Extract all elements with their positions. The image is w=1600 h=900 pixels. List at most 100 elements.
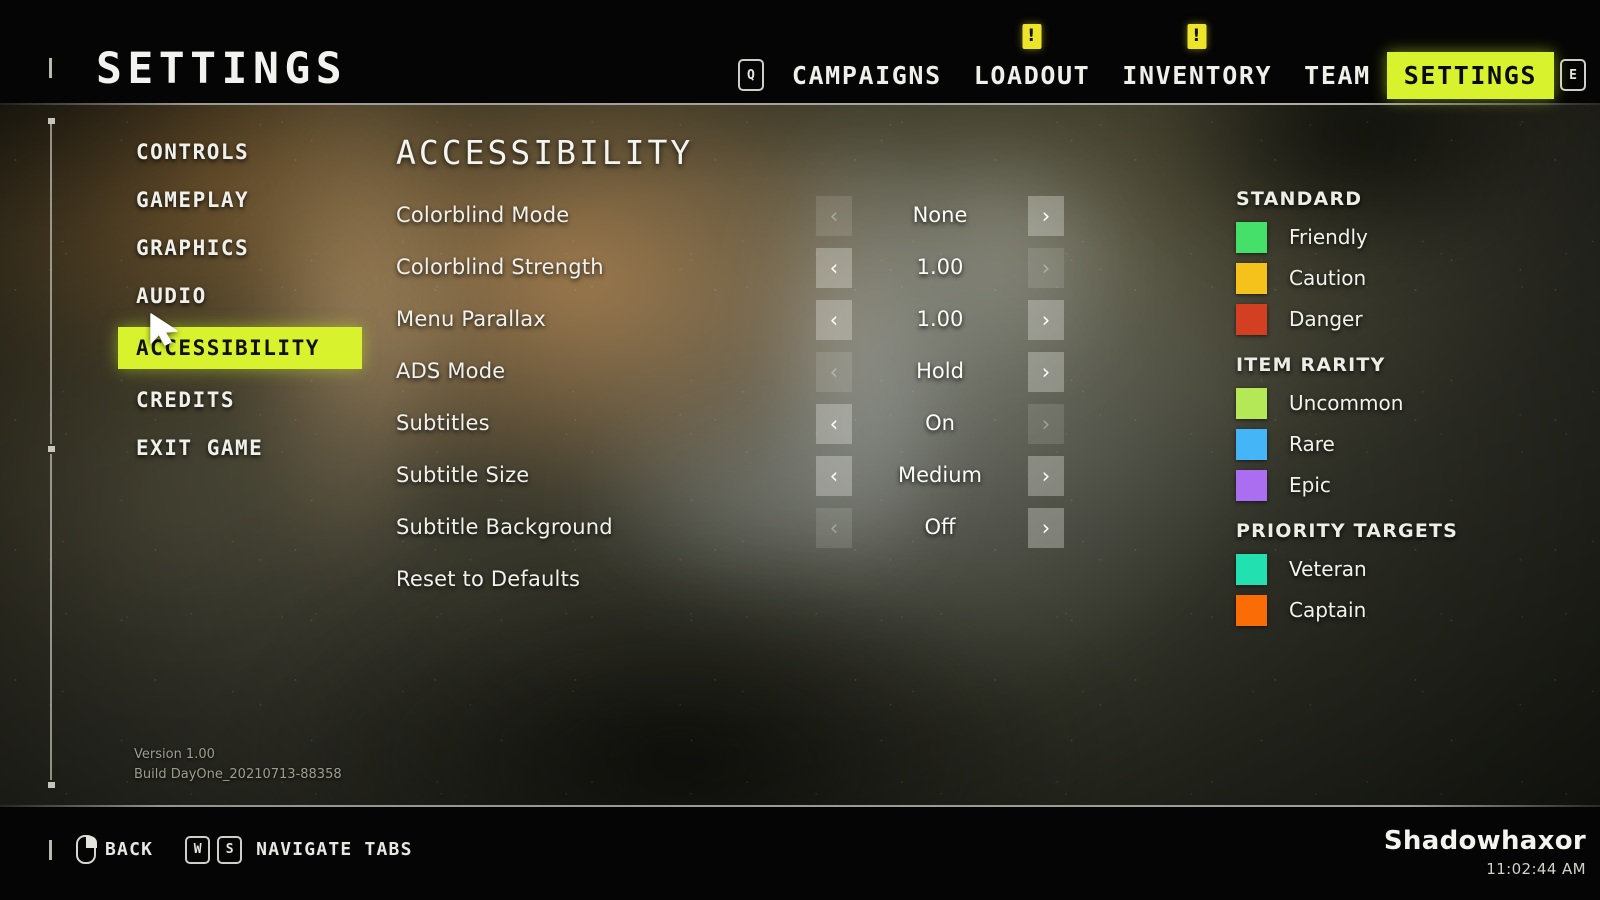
legend-label: Rare (1289, 432, 1335, 456)
setting-row-subtitle-size: Subtitle Size ‹ Medium › (396, 456, 1096, 497)
key-s-badge[interactable]: S (217, 835, 243, 864)
main-nav-tabs: Q CAMPAIGNS ! LOADOUT ! INVENTORY TEAM S… (737, 23, 1586, 100)
legend-group-priority-targets: PRIORITY TARGETS Veteran Captain (1236, 520, 1566, 626)
increment-arrow-icon[interactable]: › (1028, 300, 1064, 340)
legend-label: Caution (1289, 266, 1367, 290)
decrement-arrow-icon[interactable]: ‹ (816, 352, 852, 392)
increment-arrow-icon[interactable]: › (1028, 508, 1064, 548)
tab-campaigns-label: CAMPAIGNS (791, 60, 942, 90)
key-w-badge[interactable]: W (185, 835, 211, 864)
color-legend-panel: STANDARD Friendly Caution Danger ITEM RA… (1236, 188, 1566, 645)
setting-label: Colorblind Strength (396, 255, 604, 279)
tab-inventory[interactable]: ! INVENTORY (1106, 23, 1288, 97)
legend-heading: STANDARD (1236, 188, 1363, 210)
mouse-right-click-icon (76, 835, 97, 864)
sidebar-item-exit-game[interactable]: EXIT GAME (118, 431, 368, 465)
header-divider (0, 103, 1600, 105)
decrement-arrow-icon[interactable]: ‹ (816, 248, 852, 288)
hint-navigate-tabs[interactable]: W S NAVIGATE TABS (185, 835, 412, 864)
color-swatch (1236, 428, 1267, 460)
sidebar-item-audio[interactable]: AUDIO (118, 279, 368, 313)
setting-value: Medium (898, 463, 982, 487)
accessibility-settings-panel: ACCESSIBILITY Colorblind Mode ‹ None › C… (396, 133, 1096, 601)
legend-label: Epic (1289, 473, 1331, 497)
reset-to-defaults-label: Reset to Defaults (396, 567, 581, 591)
decrement-arrow-icon[interactable]: ‹ (816, 508, 852, 548)
sidebar-item-gameplay[interactable]: GAMEPLAY (118, 183, 368, 217)
setting-value: On (925, 411, 955, 435)
color-swatch (1236, 262, 1267, 294)
increment-arrow-icon[interactable]: › (1028, 404, 1064, 444)
setting-label: Subtitles (396, 411, 490, 435)
setting-row-menu-parallax: Menu Parallax ‹ 1.00 › (396, 300, 1096, 341)
sidebar-item-credits[interactable]: CREDITS (118, 383, 368, 417)
inventory-alert-badge-icon: ! (1187, 23, 1207, 49)
footer-divider (0, 805, 1600, 807)
color-swatch (1236, 303, 1267, 335)
setting-label: Menu Parallax (396, 307, 546, 331)
legend-item-friendly: Friendly (1236, 221, 1566, 253)
setting-value: 1.00 (916, 307, 964, 331)
color-swatch (1236, 469, 1267, 501)
increment-arrow-icon[interactable]: › (1028, 196, 1064, 236)
footer-tick-mark (49, 840, 52, 860)
setting-value: None (912, 203, 968, 227)
tab-team-label: TEAM (1304, 60, 1371, 90)
left-decor-rail (48, 118, 55, 790)
tab-loadout[interactable]: ! LOADOUT (958, 23, 1107, 97)
settings-screen: SETTINGS Q CAMPAIGNS ! LOADOUT ! INVENTO… (0, 0, 1600, 900)
legend-heading: PRIORITY TARGETS (1236, 520, 1459, 542)
legend-label: Uncommon (1289, 391, 1404, 415)
build-line: Build DayOne_20210713-88358 (134, 767, 342, 783)
settings-category-sidebar: CONTROLS GAMEPLAY GRAPHICS AUDIO ACCESSI… (118, 135, 368, 479)
setting-label: Colorblind Mode (396, 203, 570, 227)
top-header-bar: SETTINGS Q CAMPAIGNS ! LOADOUT ! INVENTO… (0, 0, 1600, 105)
color-swatch (1236, 553, 1267, 585)
legend-item-captain: Captain (1236, 594, 1566, 626)
increment-arrow-icon[interactable]: › (1028, 248, 1064, 288)
tab-campaigns[interactable]: CAMPAIGNS (776, 54, 958, 97)
prev-tab-key-badge[interactable]: Q (737, 59, 764, 91)
decrement-arrow-icon[interactable]: ‹ (816, 196, 852, 236)
increment-arrow-icon[interactable]: › (1028, 352, 1064, 392)
legend-label: Veteran (1289, 557, 1367, 581)
legend-item-veteran: Veteran (1236, 553, 1566, 585)
panel-title: ACCESSIBILITY (396, 133, 694, 172)
clock: 11:02:44 AM (1486, 859, 1586, 878)
hint-back[interactable]: BACK (76, 835, 153, 864)
player-status: Shadowhaxor 11:02:44 AM (1383, 826, 1586, 878)
build-info: Version 1.00 Build DayOne_20210713-88358 (134, 745, 342, 785)
decrement-arrow-icon[interactable]: ‹ (816, 300, 852, 340)
legend-group-item-rarity: ITEM RARITY Uncommon Rare Epic (1236, 354, 1566, 501)
tab-inventory-label: INVENTORY (1122, 60, 1273, 90)
color-swatch (1236, 594, 1267, 626)
legend-item-uncommon: Uncommon (1236, 387, 1566, 419)
decrement-arrow-icon[interactable]: ‹ (816, 456, 852, 496)
increment-arrow-icon[interactable]: › (1028, 456, 1064, 496)
setting-row-subtitles: Subtitles ‹ On › (396, 404, 1096, 445)
legend-group-standard: STANDARD Friendly Caution Danger (1236, 188, 1566, 335)
legend-item-danger: Danger (1236, 303, 1566, 335)
setting-label: Subtitle Size (396, 463, 530, 487)
reset-to-defaults-button[interactable]: Reset to Defaults (396, 560, 1096, 601)
legend-item-epic: Epic (1236, 469, 1566, 501)
color-swatch (1236, 387, 1267, 419)
sidebar-item-controls[interactable]: CONTROLS (118, 135, 368, 169)
player-name: Shadowhaxor (1383, 826, 1586, 856)
color-swatch (1236, 221, 1267, 253)
next-tab-key-badge[interactable]: E (1560, 59, 1586, 91)
setting-value: 1.00 (916, 255, 964, 279)
legend-label: Captain (1289, 598, 1367, 622)
legend-heading: ITEM RARITY (1236, 354, 1386, 376)
sidebar-item-accessibility[interactable]: ACCESSIBILITY (118, 327, 362, 369)
setting-row-colorblind-strength: Colorblind Strength ‹ 1.00 › (396, 248, 1096, 289)
legend-item-caution: Caution (1236, 262, 1566, 294)
setting-label: Subtitle Background (396, 515, 613, 539)
sidebar-item-graphics[interactable]: GRAPHICS (118, 231, 368, 265)
tab-team[interactable]: TEAM (1288, 54, 1387, 97)
bottom-hint-bar: BACK W S NAVIGATE TABS Shadowhaxor 11:02… (0, 805, 1600, 900)
tab-settings[interactable]: SETTINGS (1386, 51, 1554, 99)
version-line: Version 1.00 (134, 747, 215, 762)
tab-settings-label: SETTINGS (1403, 60, 1537, 90)
decrement-arrow-icon[interactable]: ‹ (816, 404, 852, 444)
